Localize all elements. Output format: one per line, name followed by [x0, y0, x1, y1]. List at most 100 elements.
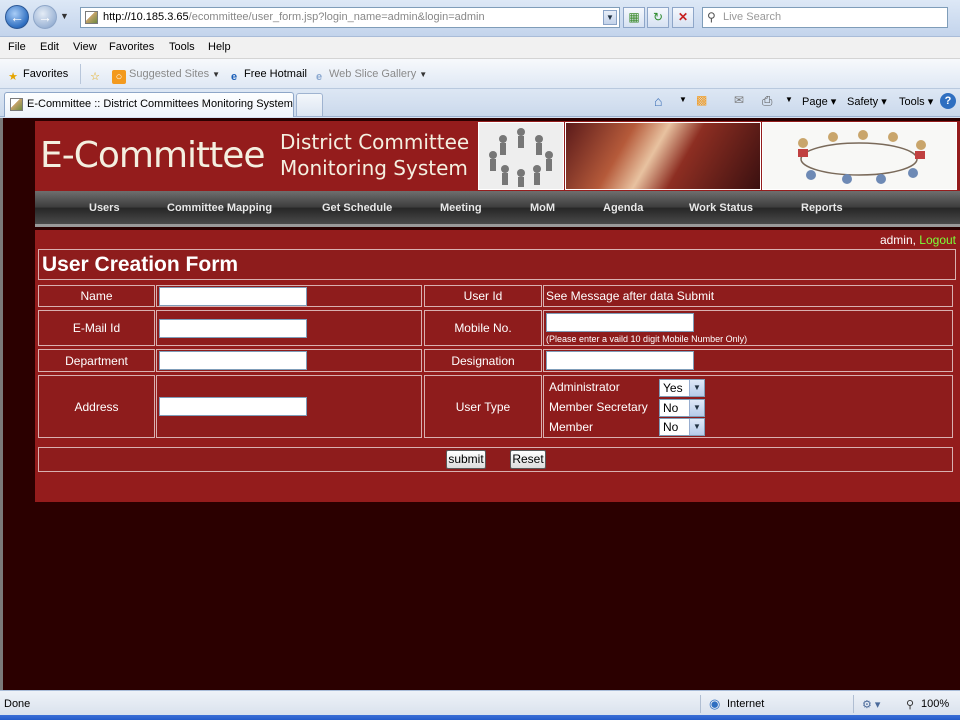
- ie-icon: e: [315, 71, 323, 83]
- address-input[interactable]: http://10.185.3.65/ecommittee/user_form.…: [80, 7, 620, 28]
- submit-button[interactable]: submit: [446, 450, 486, 469]
- recent-pages-dropdown[interactable]: ▼: [60, 11, 69, 21]
- globe-icon: ◉: [709, 696, 721, 711]
- search-placeholder: Live Search: [723, 11, 782, 23]
- fav-label: Web Slice Gallery: [329, 68, 417, 80]
- site-subtitle-line1: District Committee: [280, 130, 470, 154]
- logout-link[interactable]: Logout: [919, 233, 956, 247]
- tab-active[interactable]: E-Committee :: District Committees Monit…: [4, 92, 294, 117]
- page-icon: [10, 98, 23, 111]
- usertype-cell: Administrator Yes ▼ Member Secretary No ▼ …: [543, 375, 953, 438]
- help-icon[interactable]: ?: [940, 93, 956, 109]
- member-select[interactable]: No ▼: [659, 418, 705, 436]
- menu-favorites[interactable]: Favorites: [109, 41, 154, 53]
- url-host: http://10.185.3.65: [103, 11, 189, 23]
- status-text: Done: [4, 698, 31, 710]
- people-circle-image: [478, 122, 564, 190]
- fav-free-hotmail[interactable]: e Free Hotmail: [227, 68, 307, 84]
- url-path: /ecommittee/user_form.jsp?login_name=adm…: [188, 11, 485, 23]
- back-button[interactable]: ←: [5, 5, 29, 29]
- email-cell: [156, 310, 422, 346]
- meeting-sketch-graphic: [798, 130, 926, 184]
- new-tab-button[interactable]: [296, 93, 323, 116]
- email-label: E-Mail Id: [38, 310, 155, 346]
- site-banner: E-Committee District Committee Monitorin…: [35, 121, 960, 191]
- zoom-level[interactable]: 100%: [921, 698, 949, 710]
- administrator-select[interactable]: Yes ▼: [659, 379, 705, 397]
- search-input[interactable]: ⚲ Live Search: [702, 7, 948, 28]
- nav-work-status[interactable]: Work Status: [689, 202, 753, 214]
- select-value: Yes: [663, 381, 683, 395]
- forward-button[interactable]: →: [33, 5, 57, 29]
- name-input[interactable]: [159, 287, 307, 306]
- security-zone: Internet: [727, 698, 765, 710]
- button-row: submit Reset: [38, 447, 953, 472]
- menu-help[interactable]: Help: [208, 41, 231, 53]
- nav-agenda[interactable]: Agenda: [603, 202, 643, 214]
- viewport-edge: [0, 118, 3, 690]
- nav-users[interactable]: Users: [89, 202, 120, 214]
- safety-menu[interactable]: Safety ▾: [847, 95, 887, 108]
- mobile-hint: (Please enter a vaild 10 digit Mobile Nu…: [546, 334, 748, 344]
- search-icon: ⚲: [707, 10, 716, 24]
- people-circle-graphic: [489, 128, 553, 187]
- nav-get-schedule[interactable]: Get Schedule: [322, 202, 392, 214]
- select-value: No: [663, 401, 679, 415]
- tab-title: E-Committee :: District Committees Monit…: [27, 98, 293, 110]
- chevron-down-icon: ▼: [689, 419, 704, 435]
- zoom-icon[interactable]: ⚲: [906, 698, 914, 711]
- address-dropdown-icon[interactable]: ▼: [603, 10, 617, 25]
- feeds-icon[interactable]: ▩: [696, 93, 707, 107]
- print-icon[interactable]: ⎙: [762, 93, 772, 109]
- address-label: Address: [38, 375, 155, 438]
- nav-meeting[interactable]: Meeting: [440, 202, 482, 214]
- fav-label: Suggested Sites: [129, 68, 210, 80]
- tools-menu[interactable]: Tools ▾: [899, 95, 933, 108]
- home-icon[interactable]: ⌂: [654, 93, 662, 109]
- name-label: Name: [38, 285, 155, 307]
- refresh-icon[interactable]: ↻: [647, 7, 669, 28]
- fav-label: Free Hotmail: [244, 68, 307, 80]
- chevron-down-icon[interactable]: ▼: [679, 95, 687, 104]
- chevron-down-icon: ▼: [212, 70, 221, 79]
- favorites-label: Favorites: [23, 68, 69, 80]
- usertype-member-secretary-label: Member Secretary: [549, 400, 648, 414]
- page-menu-label: Page: [802, 96, 828, 108]
- userid-label: User Id: [424, 285, 542, 307]
- nav-mom[interactable]: MoM: [530, 202, 555, 214]
- fav-web-slice-gallery[interactable]: e Web Slice Gallery ▼: [312, 68, 427, 84]
- stop-icon[interactable]: ✕: [672, 7, 694, 28]
- designation-input[interactable]: [546, 351, 694, 370]
- protected-mode-icon[interactable]: ⚙ ▾: [862, 698, 880, 711]
- divider: [853, 695, 854, 713]
- favorites-button[interactable]: ★ Favorites: [6, 68, 68, 84]
- page-menu[interactable]: Page ▾: [802, 95, 836, 108]
- meeting-sketch-image: [762, 122, 957, 190]
- reset-button[interactable]: Reset: [510, 450, 546, 469]
- add-favorite-icon[interactable]: ☆: [88, 68, 105, 84]
- menu-edit[interactable]: Edit: [40, 41, 59, 53]
- chevron-down-icon: ▼: [689, 400, 704, 416]
- taskbar-strip: [0, 715, 960, 720]
- address-input[interactable]: [159, 397, 307, 416]
- site-subtitle: District Committee Monitoring System: [280, 129, 469, 181]
- member-secretary-select[interactable]: No ▼: [659, 399, 705, 417]
- email-input[interactable]: [159, 319, 307, 338]
- nav-reports[interactable]: Reports: [801, 202, 843, 214]
- star-icon: ★: [8, 71, 18, 83]
- fav-suggested-sites[interactable]: ○ Suggested Sites ▼: [112, 68, 220, 84]
- menu-view[interactable]: View: [73, 41, 97, 53]
- compatibility-view-icon[interactable]: ▦: [623, 7, 645, 28]
- department-input[interactable]: [159, 351, 307, 370]
- add-star-icon: ☆: [90, 71, 100, 83]
- mail-icon[interactable]: ✉: [734, 93, 744, 107]
- nav-committee-mapping[interactable]: Committee Mapping: [167, 202, 272, 214]
- mobile-input[interactable]: [546, 313, 694, 332]
- address-toolbar: ← → ▼ http://10.185.3.65/ecommittee/user…: [0, 0, 960, 37]
- user-form-panel: admin, Logout User Creation Form Name Us…: [35, 230, 960, 502]
- menu-tools[interactable]: Tools: [169, 41, 195, 53]
- menu-file[interactable]: File: [8, 41, 26, 53]
- chevron-down-icon: ▼: [689, 380, 704, 396]
- chevron-down-icon[interactable]: ▼: [785, 95, 793, 104]
- page-viewport: E-Committee District Committee Monitorin…: [0, 118, 960, 690]
